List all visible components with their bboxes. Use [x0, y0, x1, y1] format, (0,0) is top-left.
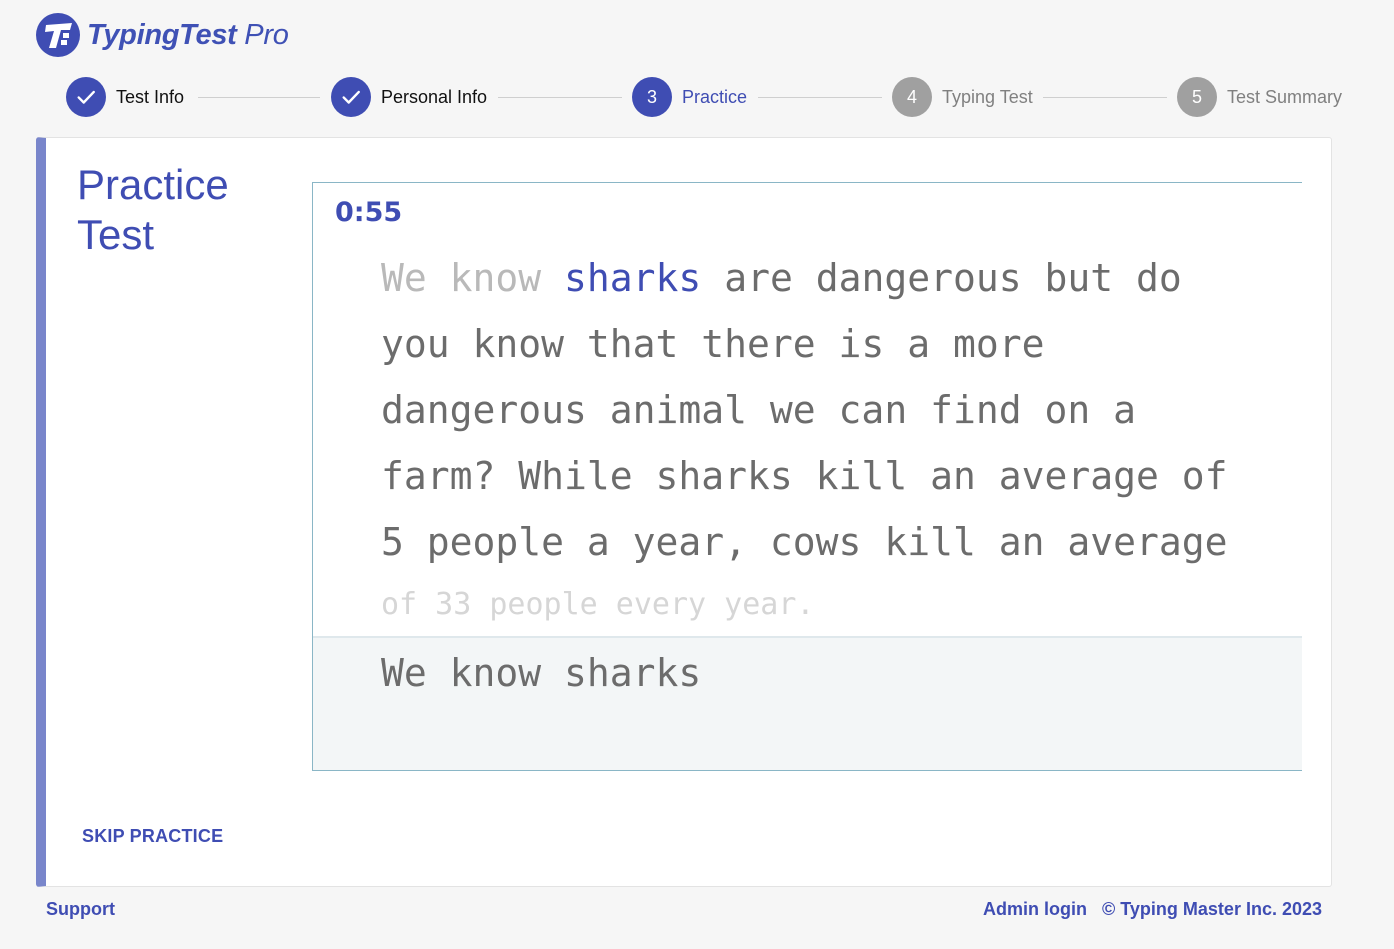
passage-line: you know that there is a more [381, 322, 1045, 366]
step-test-summary: 5 Test Summary [1177, 77, 1342, 117]
typed-words: We know [381, 256, 565, 300]
practice-passage: We know sharks are dangerous but do you … [381, 245, 1281, 635]
brand-name-light: Pro [236, 18, 289, 51]
step-connector [498, 97, 622, 98]
step-label: Test Summary [1227, 86, 1343, 107]
countdown-timer: 0:55 [335, 197, 403, 228]
step-label: Practice [682, 86, 748, 107]
typing-input-value: We know sharks [381, 651, 702, 695]
step-test-info[interactable]: Test Info [66, 77, 184, 117]
app-root: TypingTest Pro Test Info Personal Info 3… [0, 0, 1394, 949]
page-title-line1: Practice [77, 161, 229, 208]
brand-logo[interactable]: TypingTest Pro [36, 13, 289, 57]
practice-card: Practice Test 0:55 We know sharks are da… [36, 137, 1332, 887]
typing-panel[interactable]: 0:55 We know sharks are dangerous but do… [312, 182, 1302, 771]
current-word: sharks [564, 256, 702, 300]
typing-t-icon [36, 13, 80, 57]
step-label: Typing Test [942, 86, 1033, 107]
step-connector [1043, 97, 1167, 98]
step-connector [758, 97, 882, 98]
remaining-words: are dangerous but do [701, 256, 1182, 300]
step-number: 3 [632, 77, 672, 117]
step-typing-test: 4 Typing Test [892, 77, 1033, 117]
passage-line: dangerous animal we can find on a [381, 388, 1136, 432]
progress-stepper: Test Info Personal Info 3 Practice 4 Typ… [0, 77, 1394, 117]
step-connector [198, 97, 320, 98]
check-icon [66, 77, 106, 117]
skip-practice-button[interactable]: SKIP PRACTICE [82, 826, 223, 847]
passage-line-faded: of 33 people every year. [381, 587, 815, 622]
step-label: Personal Info [381, 86, 488, 107]
step-personal-info[interactable]: Personal Info [331, 77, 487, 117]
check-icon [331, 77, 371, 117]
admin-login-link[interactable]: Admin login [983, 899, 1087, 920]
copyright-text: © Typing Master Inc. 2023 [1102, 899, 1322, 919]
page-title-line2: Test [77, 211, 155, 258]
passage-line: farm? While sharks kill an average of [381, 454, 1228, 498]
brand-name-bold: TypingTest [87, 18, 237, 51]
support-link[interactable]: Support [46, 899, 115, 920]
page-title: Practice Test [77, 160, 277, 260]
step-practice[interactable]: 3 Practice [632, 77, 747, 117]
passage-line: We know sharks are dangerous but do [381, 245, 1281, 311]
passage-line: 5 people a year, cows kill an average [381, 520, 1228, 564]
step-label: Test Info [116, 86, 185, 107]
step-number: 5 [1177, 77, 1217, 117]
typing-input[interactable]: We know sharks [313, 636, 1302, 770]
brand-name: TypingTest Pro [87, 19, 289, 52]
step-number: 4 [892, 77, 932, 117]
